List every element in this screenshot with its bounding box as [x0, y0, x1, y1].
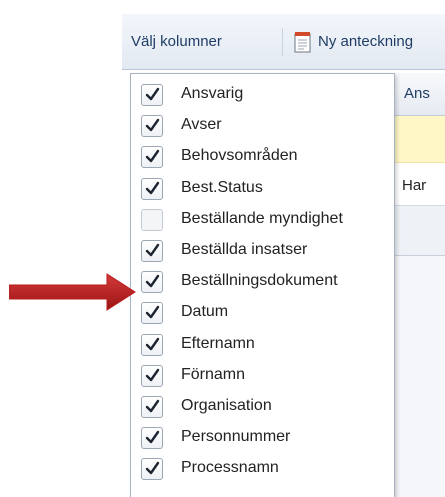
- note-icon: [294, 32, 311, 53]
- column-option[interactable]: Ansvarig: [131, 81, 394, 112]
- checkbox-checked[interactable]: [141, 115, 163, 138]
- toolbar-separator: [282, 28, 283, 56]
- column-option[interactable]: Förnamn: [131, 362, 394, 393]
- new-note-label: Ny anteckning: [318, 33, 414, 50]
- column-option-label: Beställande myndighet: [181, 209, 343, 227]
- column-option-label: Beställda insatser: [181, 241, 308, 258]
- checkbox-checked[interactable]: [141, 364, 163, 387]
- column-option-label: Processnamn: [181, 459, 279, 477]
- checkbox-checked[interactable]: [141, 396, 163, 418]
- column-option[interactable]: Behovsområden: [131, 143, 394, 174]
- column-chooser-menu: Ansvarig Avser Behovsområden Best.Status Bes…: [130, 73, 395, 497]
- checkmark-icon: [145, 368, 160, 381]
- column-option-label: Avser: [181, 116, 222, 134]
- checkbox-checked[interactable]: [141, 84, 163, 106]
- table-row-selected[interactable]: [394, 116, 445, 163]
- checkbox-checked[interactable]: [141, 271, 163, 294]
- grid-footer: [394, 205, 445, 256]
- checkbox-checked[interactable]: [141, 146, 163, 169]
- checkmark-icon: [145, 118, 160, 132]
- column-option[interactable]: Beställande myndighet: [131, 206, 394, 237]
- checkbox-checked[interactable]: [141, 240, 163, 262]
- column-option-label: Best.Status: [181, 178, 263, 196]
- checkbox-checked[interactable]: [141, 333, 163, 356]
- column-option[interactable]: Processnamn: [131, 455, 394, 486]
- column-option[interactable]: Efternamn: [131, 331, 394, 362]
- checkmark-icon: [145, 243, 160, 257]
- annotation-arrow-icon: [9, 273, 136, 311]
- checkbox-checked[interactable]: [141, 302, 163, 325]
- checkbox-checked[interactable]: [141, 427, 163, 450]
- column-option[interactable]: Beställda insatser: [131, 237, 394, 268]
- checkmark-icon: [145, 337, 160, 350]
- grid-column-header[interactable]: Ans: [394, 73, 445, 116]
- column-option-label: Förnamn: [181, 365, 246, 383]
- column-option[interactable]: Datum: [131, 299, 394, 330]
- column-option-label: Datum: [181, 303, 229, 321]
- checkbox-unchecked[interactable]: [141, 208, 163, 231]
- column-option[interactable]: Beställningsdokument: [131, 268, 394, 299]
- checkmark-icon: [145, 306, 160, 319]
- choose-columns-button[interactable]: Välj kolumner: [131, 31, 222, 53]
- checkmark-icon: [145, 150, 160, 163]
- checkbox-checked[interactable]: [141, 458, 163, 481]
- column-option-label: Behovsområden: [181, 147, 298, 165]
- column-option-label: Beställningsdokument: [181, 272, 338, 290]
- grid-column-header-label: Ans: [404, 85, 430, 102]
- column-option-label: Personnummer: [181, 428, 291, 446]
- grid-panel: [394, 255, 445, 497]
- column-option[interactable]: Organisation: [131, 393, 394, 424]
- checkmark-icon: [145, 87, 160, 101]
- column-option[interactable]: Personnummer: [131, 424, 394, 455]
- checkmark-icon: [145, 274, 160, 288]
- checkmark-icon: [145, 462, 160, 475]
- checkmark-icon: [145, 181, 160, 194]
- column-option-label: Organisation: [181, 397, 272, 414]
- checkmark-icon: [145, 430, 160, 444]
- column-option-label: Efternamn: [181, 334, 255, 352]
- column-option[interactable]: Best.Status: [131, 175, 394, 206]
- toolbar: Välj kolumner Ny anteckning: [122, 14, 445, 70]
- table-cell: Har: [402, 177, 427, 194]
- checkmark-icon: [145, 399, 160, 413]
- checkbox-checked[interactable]: [141, 177, 163, 200]
- column-option-label: Ansvarig: [181, 85, 244, 102]
- new-note-button[interactable]: Ny anteckning: [294, 31, 413, 53]
- table-row[interactable]: Har: [394, 163, 445, 205]
- column-option[interactable]: Avser: [131, 112, 394, 143]
